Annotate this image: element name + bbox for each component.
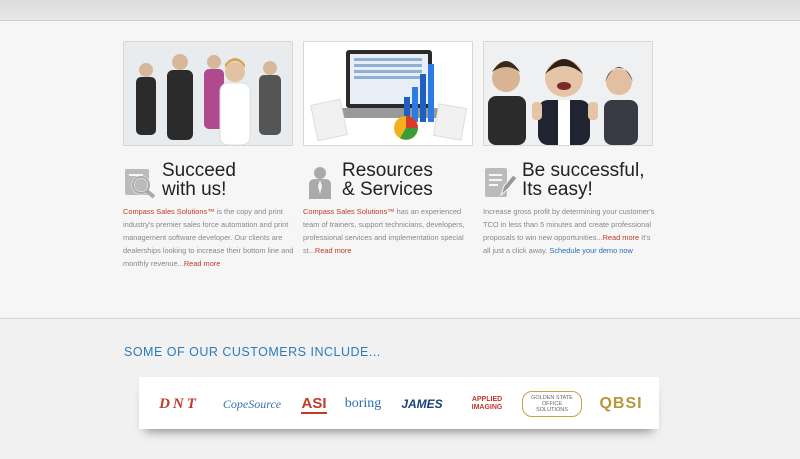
resources-heading: Resources & Services (303, 160, 473, 201)
succeed-read-more-link[interactable]: Read more (184, 259, 221, 268)
succeed-heading: Succeed with us! (123, 160, 293, 201)
customers-heading: SOME OF OUR CUSTOMERS INCLUDE... (124, 345, 381, 359)
succeed-title: Succeed with us! (162, 160, 236, 200)
logo-asi: ASI (301, 394, 327, 414)
document-pen-icon (485, 168, 517, 197)
logo-golden-state: GOLDEN STATE OFFICE SOLUTIONS (521, 391, 583, 417)
customer-logos: DNT CopeSource ASI boring JAMES APPLIED … (139, 377, 659, 429)
brand-name: Compass Sales Solutions™ (303, 207, 395, 216)
resources-title: Resources & Services (342, 160, 433, 200)
logo-boring: boring (344, 396, 382, 411)
magnifier-document-icon (125, 169, 156, 199)
logo-copesource: CopeSource (222, 396, 282, 411)
top-bar (0, 0, 800, 21)
feature-succeed: Succeed with us! Compass Sales Solutions™… (123, 41, 294, 270)
successful-title: Be successful, Its easy! (522, 160, 645, 200)
logo-james: JAMES (401, 397, 443, 411)
succeed-text: Compass Sales Solutions™ is the copy and… (123, 207, 294, 268)
schedule-demo-link[interactable]: Schedule your demo now (549, 246, 632, 255)
successful-heading: Be successful, Its easy! (483, 160, 653, 201)
feature-successful: Be successful, Its easy! Increase gross p… (483, 41, 655, 257)
resources-read-more-link[interactable]: Read more (315, 246, 352, 255)
features-section: Succeed with us! Compass Sales Solutions™… (0, 21, 800, 317)
feature-resources: Resources & Services Compass Sales Soluti… (303, 41, 473, 257)
resources-text: Compass Sales Solutions™ has an experien… (303, 207, 465, 255)
customers-section: SOME OF OUR CUSTOMERS INCLUDE... DNT Cop… (0, 319, 800, 459)
happy-people-photo (483, 41, 653, 146)
successful-text: Increase gross profit by determining you… (483, 207, 655, 255)
software-laptop-photo (303, 41, 473, 146)
logo-dnt: DNT (159, 395, 199, 412)
successful-read-more-link[interactable]: Read more (603, 233, 640, 242)
brand-name: Compass Sales Solutions™ (123, 207, 215, 216)
logo-applied-imaging: APPLIED IMAGING (471, 396, 503, 411)
team-photo (123, 41, 293, 146)
logo-qbsi: QBSI (599, 395, 643, 412)
person-icon (309, 167, 331, 199)
